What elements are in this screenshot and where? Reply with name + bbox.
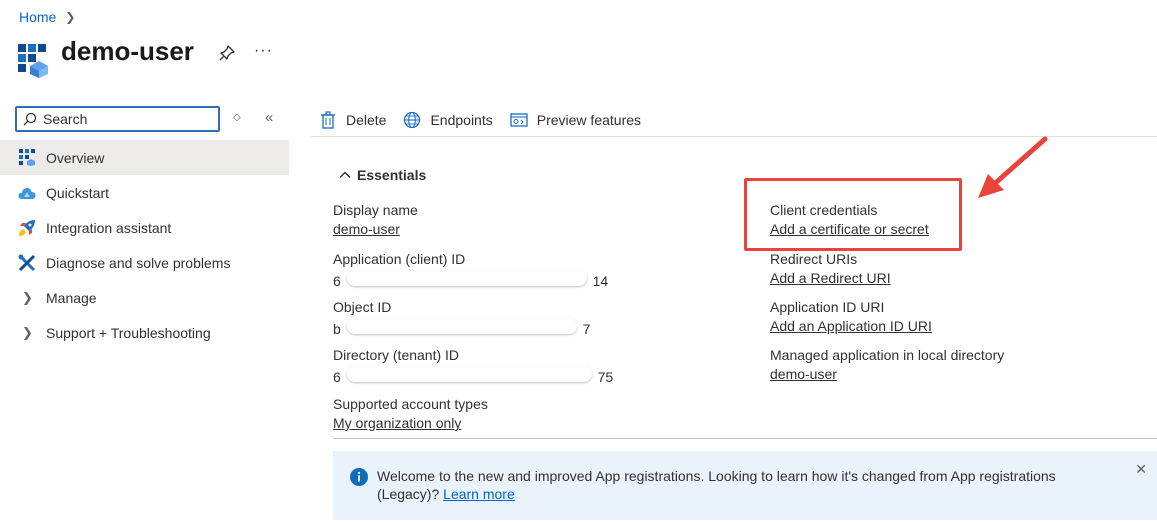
endpoints-button[interactable]: Endpoints <box>403 111 493 129</box>
globe-icon <box>404 111 421 129</box>
account-types-label: Supported account types <box>333 396 488 412</box>
app-id-field: Application (client) ID 6 14 <box>333 251 609 289</box>
chevron-right-icon: ❯ <box>65 10 76 24</box>
object-id-field: Object ID b 7 <box>333 299 591 337</box>
object-id-suffix: 7 <box>582 321 591 337</box>
app-id-prefix: 6 <box>333 273 341 289</box>
sidebar-item-diagnose[interactable]: Diagnose and solve problems <box>0 245 289 280</box>
preview-features-button[interactable]: Preview features <box>510 111 641 129</box>
page-title: demo-user <box>61 36 194 66</box>
sidebar-nav: Overview Quickstart Integration assistan… <box>0 140 289 350</box>
wrench-icon <box>18 254 36 272</box>
app-id-uri-label: Application ID URI <box>770 299 885 315</box>
app-id-uri-field: Application ID URI Add an Application ID… <box>770 299 932 336</box>
managed-app-field: Managed application in local directory d… <box>770 347 1004 384</box>
sidebar-item-manage[interactable]: ❯ Manage <box>0 280 289 315</box>
learn-more-part1: Learn <box>443 486 479 502</box>
redaction-bar <box>346 366 592 382</box>
sort-icon[interactable]: ◇ <box>233 112 241 123</box>
sidebar-item-label: Integration assistant <box>46 219 172 236</box>
delete-button[interactable]: Delete <box>319 111 386 129</box>
object-id-label: Object ID <box>333 299 392 315</box>
banner-message: Welcome to the new and improved App regi… <box>377 467 1117 520</box>
sidebar-item-label: Manage <box>46 289 97 306</box>
redirect-uris-label: Redirect URIs <box>770 251 858 267</box>
managed-app-label: Managed application in local directory <box>770 347 1005 363</box>
sidebar-search-box[interactable] <box>15 106 220 132</box>
sidebar-item-label: Overview <box>46 149 105 166</box>
display-name-field: Display name demo-user <box>333 202 418 239</box>
pin-icon[interactable] <box>218 44 236 62</box>
annotation-arrow-icon <box>978 136 1048 198</box>
close-icon[interactable]: ✕ <box>1135 461 1147 478</box>
managed-app-link[interactable]: demo-user <box>770 366 1004 384</box>
sidebar-item-support[interactable]: ❯ Support + Troubleshooting <box>0 315 289 350</box>
sidebar-item-overview[interactable]: Overview <box>0 140 289 175</box>
essentials-divider <box>333 438 1157 439</box>
search-icon <box>23 112 37 126</box>
redaction-bar <box>346 318 577 334</box>
add-redirect-uri-link[interactable]: Add a Redirect URI <box>770 270 891 288</box>
sidebar-item-label: Quickstart <box>46 184 110 201</box>
learn-more-link[interactable]: Learn more <box>443 486 515 502</box>
tenant-id-value: 6 75 <box>333 366 614 385</box>
grid-icon <box>18 149 36 167</box>
account-types-field: Supported account types My organization … <box>333 396 488 433</box>
essentials-toggle[interactable]: Essentials <box>339 167 426 183</box>
sidebar-item-label: Support + Troubleshooting <box>46 324 211 341</box>
sidebar-item-quickstart[interactable]: Quickstart <box>0 175 289 210</box>
add-app-id-uri-link[interactable]: Add an Application ID URI <box>770 318 932 336</box>
collapse-sidebar-icon[interactable]: « <box>265 109 273 126</box>
annotation-highlight-box <box>744 178 962 251</box>
welcome-banner: Welcome to the new and improved App regi… <box>333 451 1157 520</box>
tenant-id-prefix: 6 <box>333 369 341 385</box>
breadcrumb-home-link[interactable]: Home <box>19 9 56 25</box>
display-name-link[interactable]: demo-user <box>333 221 418 239</box>
display-name-label: Display name <box>333 202 418 218</box>
trash-icon <box>321 111 335 129</box>
learn-more-part2: more <box>482 486 515 502</box>
chevron-right-icon: ❯ <box>22 289 33 305</box>
app-id-label: Application (client) ID <box>333 251 466 267</box>
sidebar-item-integration-assistant[interactable]: Integration assistant <box>0 210 289 245</box>
sidebar-item-label: Diagnose and solve problems <box>46 254 231 271</box>
search-input[interactable] <box>43 111 213 127</box>
account-types-link[interactable]: My organization only <box>333 415 488 433</box>
rocket-icon <box>18 219 36 237</box>
chevron-right-icon: ❯ <box>22 324 33 340</box>
delete-label: Delete <box>346 112 387 128</box>
tenant-id-label: Directory (tenant) ID <box>333 347 460 363</box>
redirect-uris-field: Redirect URIs Add a Redirect URI <box>770 251 891 288</box>
tenant-id-field: Directory (tenant) ID 6 75 <box>333 347 614 385</box>
info-icon <box>350 468 368 486</box>
preview-features-icon <box>510 113 528 127</box>
app-id-value: 6 14 <box>333 270 609 289</box>
breadcrumb: Home ❯ <box>19 9 75 25</box>
object-id-prefix: b <box>333 321 341 337</box>
app-registration-icon <box>18 44 48 78</box>
endpoints-label: Endpoints <box>430 112 493 128</box>
preview-features-label: Preview features <box>536 112 642 128</box>
more-options-icon[interactable]: ··· <box>254 42 273 60</box>
app-id-suffix: 14 <box>592 273 609 289</box>
cloud-icon <box>18 184 36 202</box>
chevron-up-icon <box>339 171 351 178</box>
tenant-id-suffix: 75 <box>597 369 614 385</box>
redaction-bar <box>346 270 587 286</box>
object-id-value: b 7 <box>333 318 591 337</box>
essentials-title: Essentials <box>357 167 427 183</box>
